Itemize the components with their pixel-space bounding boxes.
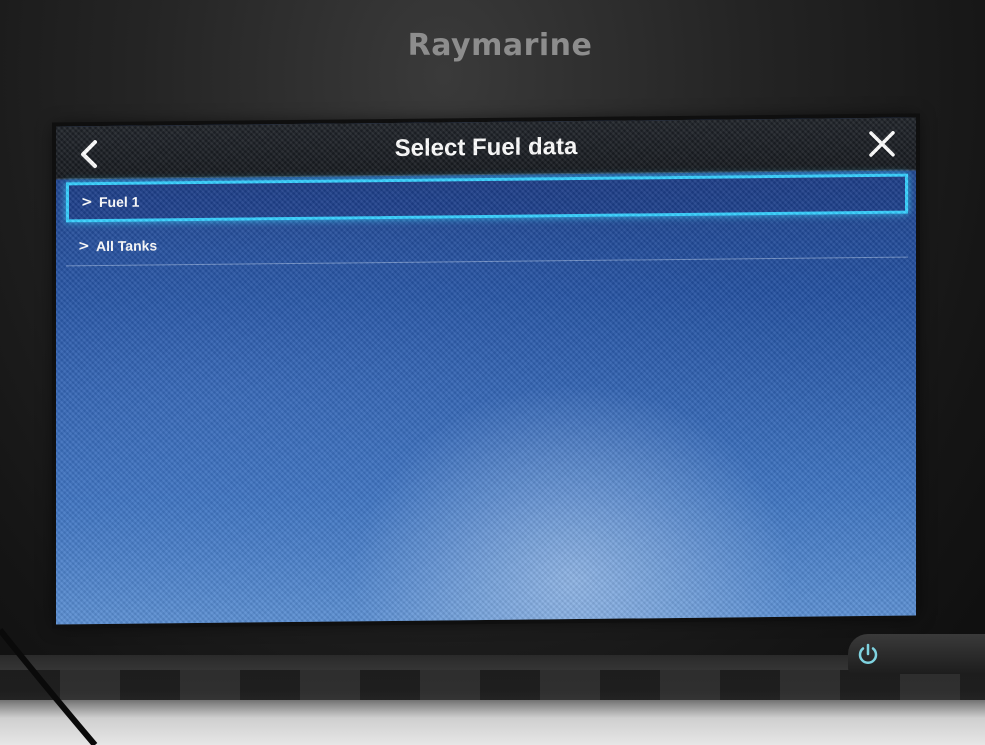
- fuel-data-list: > Fuel 1 > All Tanks: [66, 173, 908, 271]
- bezel-texture: [0, 670, 985, 700]
- chevron-left-icon: [81, 140, 97, 169]
- close-button[interactable]: [862, 124, 902, 164]
- list-item-all-tanks[interactable]: > All Tanks: [66, 217, 908, 267]
- chevron-right-icon: >: [78, 237, 90, 254]
- list-item-label: Fuel 1: [99, 193, 140, 211]
- bottom-bezel: [0, 655, 985, 745]
- cable: [0, 628, 98, 745]
- title-bar: Select Fuel data: [56, 117, 916, 180]
- close-icon: [869, 130, 895, 157]
- page-title: Select Fuel data: [394, 133, 578, 162]
- chevron-right-icon: >: [81, 194, 93, 211]
- power-icon: [858, 643, 878, 664]
- display-screen: Select Fuel data > Fuel 1 > All Tanks: [56, 117, 916, 625]
- brand-logo: Raymarine: [407, 28, 593, 63]
- chartplotter-device: Raymarine Select Fuel data > Fuel 1 > Al…: [0, 0, 985, 745]
- list-item-label: All Tanks: [96, 236, 158, 254]
- power-button[interactable]: [848, 634, 985, 674]
- list-item-fuel-1[interactable]: > Fuel 1: [66, 173, 908, 223]
- back-button[interactable]: [70, 134, 110, 174]
